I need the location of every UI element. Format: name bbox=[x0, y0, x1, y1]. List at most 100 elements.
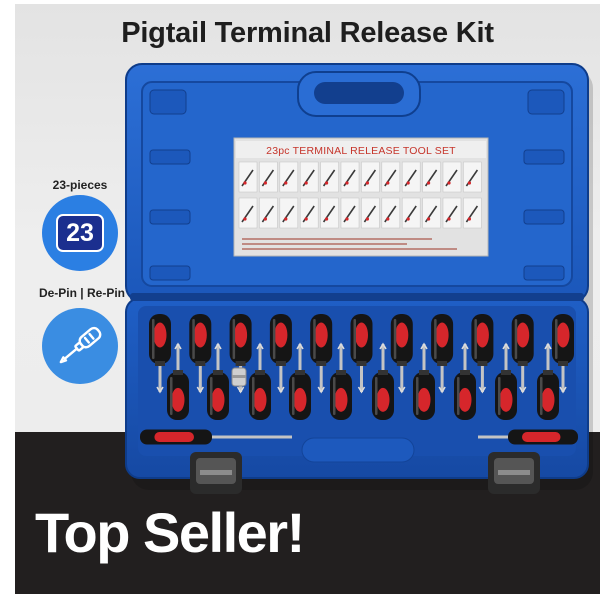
label-tool-illustration bbox=[238, 161, 258, 193]
illustration-accent bbox=[284, 181, 288, 185]
tool-ferrule bbox=[235, 361, 246, 366]
tool-handle-highlight bbox=[540, 377, 543, 415]
tool-handle-highlight bbox=[474, 319, 477, 359]
tool-ferrule bbox=[155, 361, 165, 366]
tool-ferrule bbox=[336, 370, 346, 375]
label-tool-illustration bbox=[259, 161, 278, 193]
illustration-accent bbox=[304, 217, 308, 221]
screwdriver-icon-grip bbox=[83, 336, 91, 344]
tool-ferrule bbox=[213, 370, 223, 375]
tool-handle-accent bbox=[211, 387, 225, 412]
tool-handle-highlight bbox=[498, 377, 501, 415]
label-fine-print-line bbox=[242, 248, 457, 250]
label-tool-illustration bbox=[361, 161, 380, 193]
tool-handle-highlight bbox=[333, 377, 336, 415]
tool-handle-accent bbox=[516, 322, 530, 348]
tool-handle-highlight bbox=[434, 319, 437, 359]
illustration-accent bbox=[325, 181, 329, 185]
tool-handle-highlight bbox=[555, 319, 558, 359]
tool-handle-accent bbox=[293, 387, 307, 412]
label-tool-illustration bbox=[381, 161, 401, 193]
tool-handle-highlight bbox=[292, 377, 295, 415]
tool-handle-accent bbox=[499, 387, 513, 412]
case-hinge bbox=[130, 293, 584, 301]
label-tool-illustration bbox=[442, 197, 462, 229]
tool-handle-highlight bbox=[353, 319, 356, 359]
illustration-accent bbox=[467, 181, 471, 185]
lid-rib bbox=[149, 149, 191, 165]
label-tool-illustration bbox=[422, 161, 441, 193]
illustration-accent bbox=[365, 217, 369, 221]
tool-ferrule bbox=[558, 361, 568, 366]
illustration-accent bbox=[243, 217, 247, 221]
tool-handle-highlight bbox=[457, 377, 460, 415]
product-title: Pigtail Terminal Release Kit bbox=[121, 17, 494, 49]
tool-handle-accent bbox=[355, 322, 368, 348]
tool-handle-accent bbox=[522, 432, 561, 442]
label-fine-print-line bbox=[242, 238, 432, 240]
top-seller-banner-text: Top Seller! bbox=[35, 501, 305, 564]
tool-handle-accent bbox=[253, 387, 267, 412]
label-tool-illustration bbox=[279, 197, 299, 229]
tool-ferrule bbox=[460, 370, 470, 375]
screwdriver-icon-shaft bbox=[63, 347, 79, 361]
tool-ferrule bbox=[356, 361, 367, 366]
lid-corner-pad bbox=[149, 89, 187, 115]
tool-handle-accent bbox=[193, 322, 207, 348]
label-tool-illustration bbox=[401, 161, 421, 193]
illustration-accent bbox=[243, 181, 247, 185]
label-tool-illustration bbox=[442, 161, 462, 193]
illustration-accent bbox=[263, 181, 267, 185]
tool-ferrule bbox=[543, 370, 553, 375]
tool-handle-highlight bbox=[313, 319, 316, 359]
tool-handle-accent bbox=[475, 322, 489, 348]
tool-ferrule bbox=[419, 370, 429, 375]
label-fine-print-line bbox=[242, 243, 407, 245]
illustration-accent bbox=[386, 217, 390, 221]
function-label: De-Pin | Re-Pin bbox=[38, 286, 126, 300]
tool-ferrule bbox=[255, 370, 265, 375]
tool-handle-highlight bbox=[192, 319, 195, 359]
tool-handle-accent bbox=[154, 432, 194, 442]
tool-handle-accent bbox=[458, 387, 472, 412]
illustration-accent bbox=[325, 217, 329, 221]
illustration-accent bbox=[447, 181, 451, 185]
lid-corner-pad bbox=[527, 89, 565, 115]
illustration-accent bbox=[406, 217, 410, 221]
label-tool-illustration bbox=[463, 197, 482, 229]
lid-rib bbox=[149, 265, 191, 281]
lid-rib bbox=[523, 209, 565, 225]
case-latch-left bbox=[190, 452, 242, 494]
tool-handle-highlight bbox=[170, 377, 173, 415]
tool-handle-accent bbox=[314, 322, 328, 348]
illustration-accent bbox=[427, 217, 431, 221]
tool-handle-accent bbox=[556, 322, 570, 348]
base-bottom-recess bbox=[301, 437, 415, 463]
tool-ferrule bbox=[517, 361, 528, 366]
tool-handle-accent bbox=[395, 322, 409, 348]
tool-ferrule bbox=[396, 361, 407, 366]
label-tool-illustration bbox=[422, 197, 441, 229]
illustration-accent bbox=[447, 217, 451, 221]
tool-ferrule bbox=[316, 361, 327, 366]
tool-ferrule bbox=[195, 361, 206, 366]
tool-handle-accent bbox=[417, 387, 431, 412]
label-tool-illustration bbox=[320, 197, 339, 229]
pieces-count-badge: 23 bbox=[42, 195, 118, 271]
label-tool-illustration bbox=[299, 197, 319, 229]
label-title: 23pc TERMINAL RELEASE TOOL SET bbox=[266, 145, 456, 157]
tool-handle-accent bbox=[274, 322, 288, 348]
illustration-accent bbox=[467, 217, 471, 221]
screwdriver-icon-grip bbox=[88, 332, 95, 340]
bit-holder-band bbox=[232, 375, 246, 378]
tool-handle-highlight bbox=[152, 319, 155, 359]
pieces-count-label: 23-pieces bbox=[52, 178, 108, 192]
tool-handle-highlight bbox=[232, 319, 236, 359]
tool-handle-highlight bbox=[514, 319, 518, 359]
illustration-accent bbox=[427, 181, 431, 185]
bit-holder bbox=[231, 367, 247, 387]
latch-bar bbox=[200, 470, 232, 475]
tool-ferrule bbox=[477, 361, 488, 366]
tool-ferrule bbox=[275, 361, 286, 366]
illustration-accent bbox=[304, 181, 308, 185]
